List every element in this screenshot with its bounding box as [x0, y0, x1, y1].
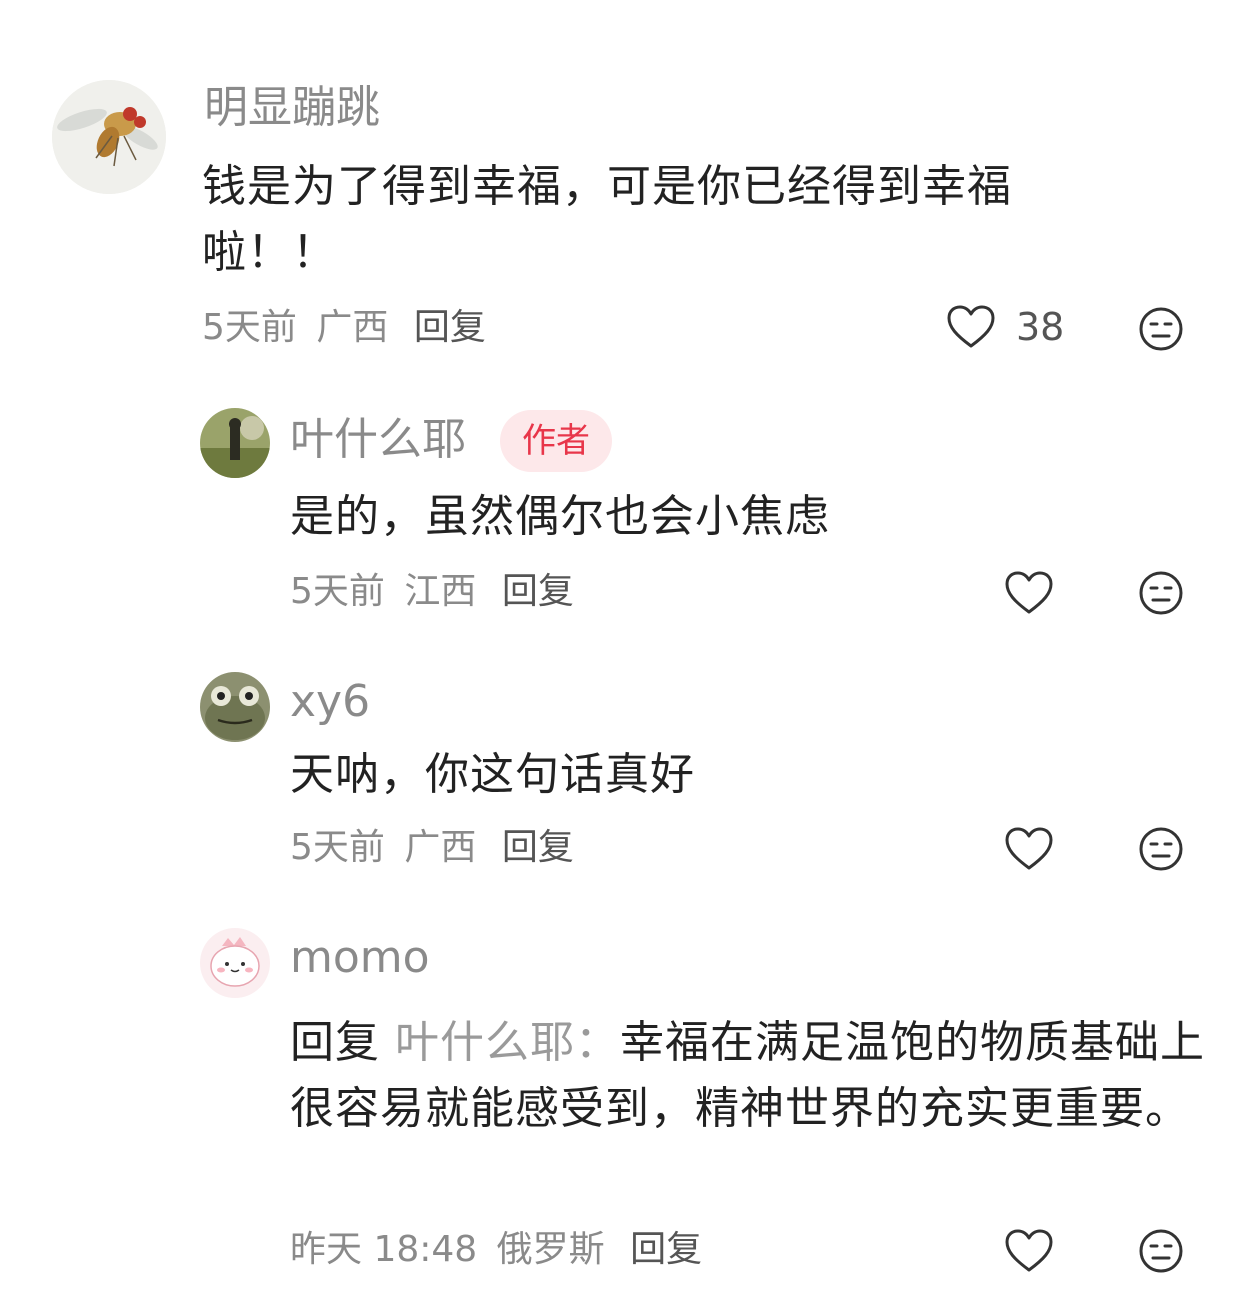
comment-meta: 5天前 广西 回复 — [202, 310, 486, 346]
author-badge: 作者 — [500, 410, 612, 472]
heart-outline-icon — [1005, 571, 1053, 614]
comment-location: 江西 — [404, 571, 477, 612]
heart-outline-icon — [1005, 1229, 1053, 1272]
avatar[interactable] — [200, 672, 270, 742]
like-button[interactable] — [1004, 1228, 1054, 1274]
reply-button[interactable]: 回复 — [630, 1229, 702, 1270]
neutral-face-icon — [1139, 1229, 1183, 1273]
like-button[interactable] — [1004, 826, 1054, 872]
frog-avatar-icon — [200, 672, 270, 742]
comment-meta: 5天前 江西 回复 — [290, 574, 574, 610]
comment-meta: 昨天 18:48 俄罗斯 回复 — [290, 1232, 702, 1268]
like-button[interactable]: 38 — [946, 304, 1064, 350]
comment-time: 5天前 — [290, 827, 385, 868]
dislike-button[interactable] — [1138, 570, 1184, 616]
username[interactable]: 明显蹦跳 — [204, 86, 380, 130]
dislike-button[interactable] — [1138, 306, 1184, 352]
dislike-button[interactable] — [1138, 1228, 1184, 1274]
avatar[interactable] — [200, 408, 270, 478]
comment-time: 5天前 — [202, 307, 297, 348]
like-count: 38 — [1016, 305, 1065, 349]
username[interactable]: xy6 — [290, 680, 370, 724]
comment-time: 5天前 — [290, 571, 385, 612]
comment-time: 昨天 18:48 — [290, 1229, 478, 1270]
avatar[interactable] — [200, 928, 270, 998]
comment-meta: 5天前 广西 回复 — [290, 830, 574, 866]
comment-location: 俄罗斯 — [496, 1229, 605, 1270]
avatar[interactable] — [52, 80, 166, 194]
comment-text: 天呐，你这句话真好 — [290, 749, 695, 800]
like-button[interactable] — [1004, 570, 1054, 616]
neutral-face-icon — [1139, 571, 1183, 615]
comment-location: 广西 — [404, 827, 477, 868]
landscape-avatar-icon — [200, 408, 270, 478]
reply-button[interactable]: 回复 — [414, 307, 486, 348]
reply-button[interactable]: 回复 — [502, 571, 574, 612]
dislike-button[interactable] — [1138, 826, 1184, 872]
comment-text: 钱是为了得到幸福，可是你已经得到幸福啦！！ — [202, 161, 1012, 278]
fly-avatar-icon — [52, 80, 166, 194]
reply-target-username[interactable]: 叶什么耶： — [395, 1017, 620, 1068]
comment-text: 是的，虽然偶尔也会小焦虑 — [290, 491, 830, 542]
cartoon-avatar-icon — [200, 928, 270, 998]
reply-button[interactable]: 回复 — [502, 827, 574, 868]
username[interactable]: 叶什么耶 — [290, 418, 466, 462]
reply-prefix: 回复 — [290, 1017, 380, 1068]
heart-outline-icon — [1005, 827, 1053, 870]
neutral-face-icon — [1139, 827, 1183, 871]
neutral-face-icon — [1139, 307, 1183, 351]
username[interactable]: momo — [290, 936, 430, 980]
comment-location: 广西 — [316, 307, 389, 348]
comment-text: 回复 叶什么耶：幸福在满足温饱的物质基础上很容易就能感受到，精神世界的充实更重要… — [290, 1010, 1210, 1142]
heart-outline-icon — [947, 305, 995, 348]
